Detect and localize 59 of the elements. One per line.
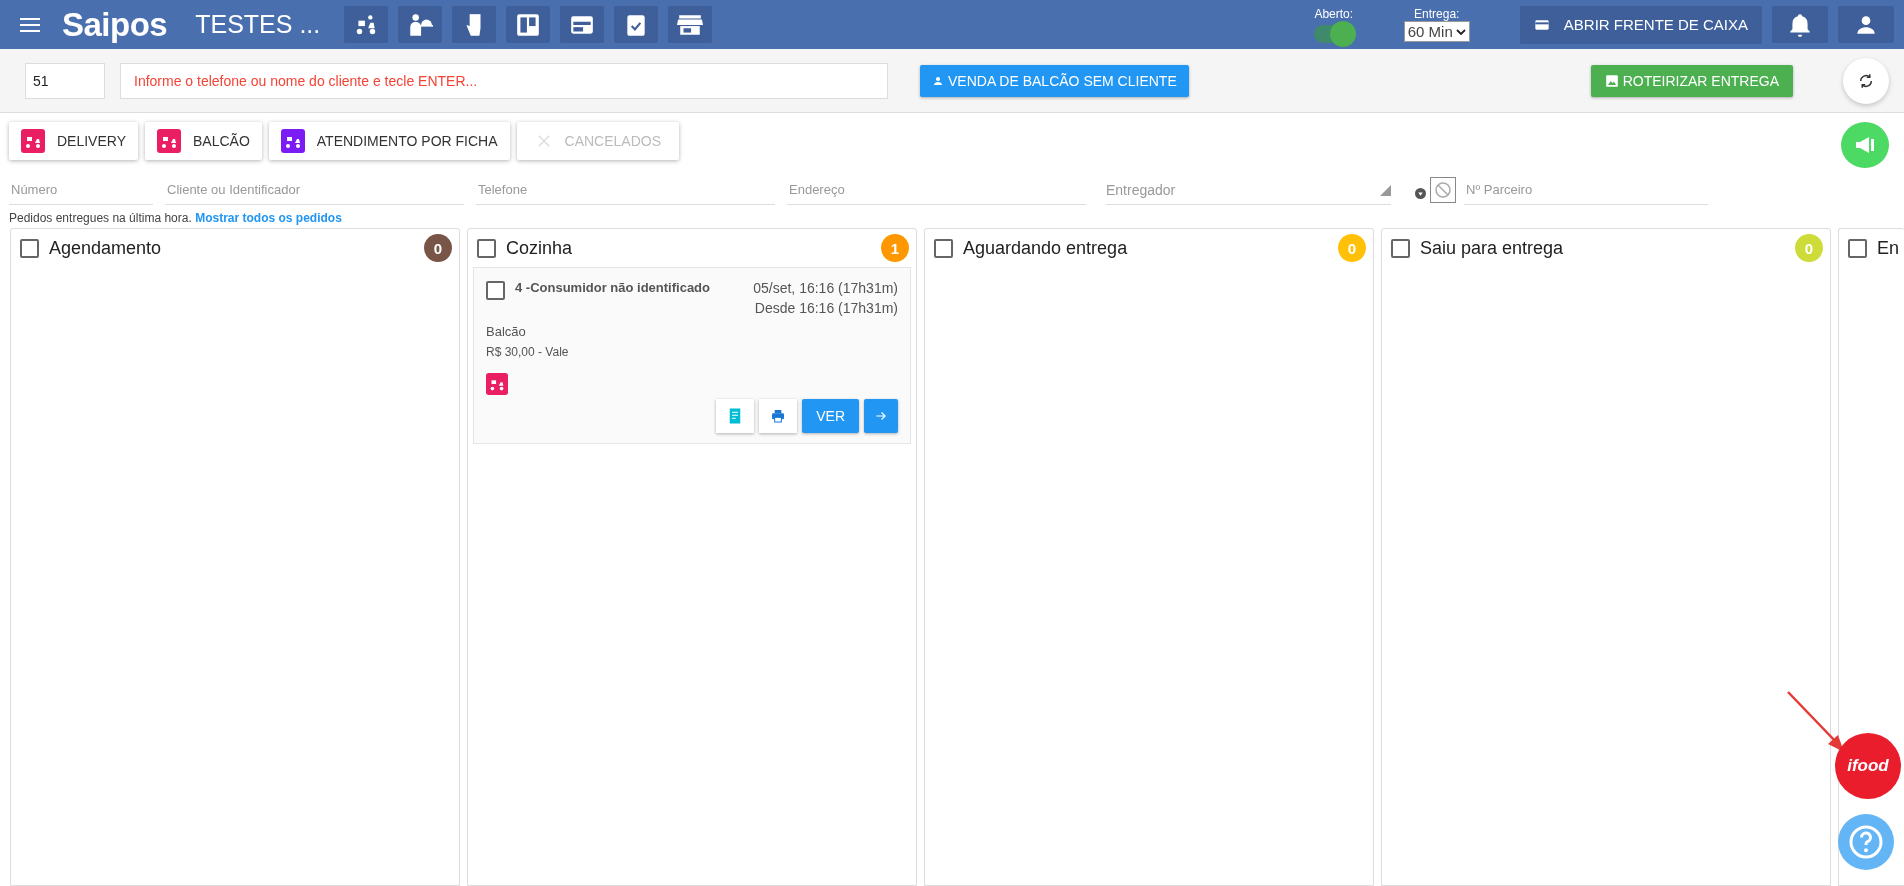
brand-logo[interactable]: Saipos [62,5,168,44]
open-label: Aberto: [1314,6,1354,21]
store-name: TESTES ... [195,10,321,39]
clipboard-check-icon[interactable] [614,6,659,43]
count-badge: 1 [881,234,909,262]
store-icon[interactable] [668,6,713,43]
no-image-icon [1430,177,1456,203]
waiter-icon[interactable] [398,6,443,43]
user-icon[interactable] [1838,6,1894,43]
filter-field[interactable]: Telefone [476,174,775,205]
column-title: Cozinha [506,237,574,259]
filter-field[interactable]: Endereço [787,174,1086,205]
partner-number-field[interactable]: Nº Parceiro [1464,174,1708,205]
count-badge: 0 [1338,234,1366,262]
board-icon[interactable] [506,6,551,43]
dropdown-icon[interactable] [1415,188,1426,199]
panel-icon[interactable] [560,6,605,43]
show-all-link[interactable]: Mostrar todos os pedidos [195,211,342,225]
info-text: Pedidos entregues na última hora. [9,211,192,225]
chevron-down-icon [1455,28,1466,35]
delivery-time-select[interactable]: 60 Min [1403,21,1470,42]
order-type-button[interactable]: DELIVERY [9,121,138,160]
route-delivery-button[interactable]: ROTEIRIZAR ENTREGA [1590,64,1793,97]
customer-search-field[interactable]: Informe o telefone ou nome do cliente e tecle ENTER... [120,62,888,99]
view-button[interactable]: VER [802,399,859,433]
column-title: En [1877,237,1900,259]
refresh-icon[interactable] [1843,57,1889,104]
count-badge: 0 [424,234,452,262]
print-icon[interactable] [759,399,798,433]
column-title: Agendamento [49,237,163,259]
column-checkbox[interactable] [1848,238,1867,258]
corner-triangle-icon [1380,184,1391,196]
column-checkbox[interactable] [477,238,496,258]
ifood-button[interactable]: ifood [1835,733,1901,799]
delivery-label: Entrega: [1414,7,1460,21]
counter-sale-button[interactable]: VENDA DE BALCÃO SEM CLIENTE [920,64,1189,97]
person-icon [932,74,944,87]
order-checkbox[interactable] [486,281,505,300]
order-date: 05/set, 16:16 (17h31m) [753,280,898,296]
column-checkbox[interactable] [20,238,39,258]
open-cash-button[interactable]: ABRIR FRENTE DE CAIXA [1519,5,1762,44]
notification-icon[interactable] [1772,6,1828,43]
column-checkbox[interactable] [1391,238,1410,258]
order-card[interactable]: 4 -Consumidor não identificado 05/set, 16:16 (17h31m) Desde 16:16 (17h31m) Balcão R$ 30,00 - Vale VER [473,267,911,444]
order-since: Desde 16:16 (17h31m) [754,300,898,316]
count-badge: 0 [1795,234,1823,262]
order-type-button[interactable]: ATENDIMENTO POR FICHA [268,121,510,160]
column-checkbox[interactable] [934,238,953,258]
order-type-button[interactable]: BALCÃO [145,121,262,160]
column-title: Saiu para entrega [1420,237,1565,259]
column-title: Aguardando entrega [963,237,1129,259]
order-price: R$ 30,00 - Vale [486,345,570,359]
courier-select[interactable]: Entregador [1106,176,1391,205]
order-type: Balcão [486,324,527,339]
order-number-field[interactable]: 51 [25,62,105,99]
order-name: 4 -Consumidor não identificado [515,280,710,295]
filter-field[interactable]: Cliente ou Identificador [165,174,464,205]
map-icon [1604,73,1619,88]
filter-field[interactable]: Número [9,174,153,205]
